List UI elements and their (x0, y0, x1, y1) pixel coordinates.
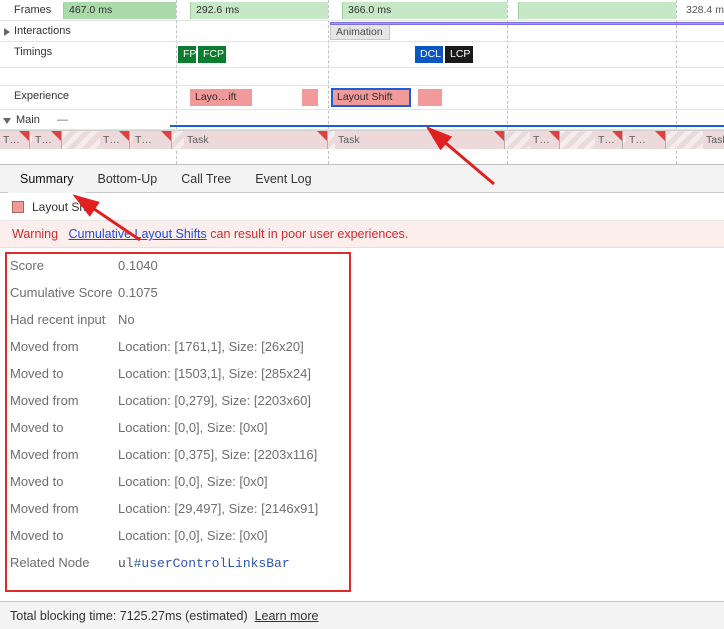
detail-key: Moved from (10, 447, 108, 462)
track-spacer (0, 68, 724, 86)
track-main[interactable]: Main — (0, 110, 724, 130)
interaction-span[interactable] (330, 22, 724, 25)
detail-value: Location: [0,0], Size: [0x0] (118, 474, 350, 489)
layout-shift-chip[interactable] (302, 89, 318, 106)
task-track[interactable]: T… T… T… T… Task Task T… T… T… Task (0, 130, 724, 149)
expand-icon[interactable] (4, 28, 10, 36)
warning-label: Warning (12, 227, 58, 241)
timing-fp[interactable]: FP (178, 46, 196, 63)
track-timings[interactable]: Timings FP FCP DCL LCP (0, 42, 724, 68)
detail-value: 0.1075 (118, 285, 350, 300)
details-tabs: Summary Bottom-Up Call Tree Event Log (0, 165, 724, 193)
frame-chip[interactable]: 328.4 ms (681, 2, 724, 19)
detail-key: Moved to (10, 474, 108, 489)
flamechart[interactable]: Frames 467.0 ms 292.6 ms 366.0 ms 328.4 … (0, 0, 724, 165)
detail-key: Moved from (10, 501, 108, 516)
task-chip[interactable]: T… (595, 131, 623, 149)
timing-dcl[interactable]: DCL (415, 46, 443, 63)
summary-title: Layout Shift (0, 193, 724, 221)
task-chip[interactable]: T… (32, 131, 62, 149)
layout-shift-chip-selected[interactable]: Layout Shift (332, 89, 410, 106)
task-chip[interactable]: Task (184, 131, 328, 149)
tab-call-tree[interactable]: Call Tree (169, 165, 243, 193)
warning-tail: can result in poor user experiences. (207, 227, 409, 241)
task-chip[interactable]: T… (0, 131, 30, 149)
detail-key: Related Node (10, 555, 108, 571)
status-text: Total blocking time: 7125.27ms (estimate… (10, 609, 248, 623)
track-label: Main (16, 114, 40, 126)
detail-key: Moved to (10, 366, 108, 381)
detail-key: Cumulative Score (10, 285, 108, 300)
timing-fcp[interactable]: FCP (198, 46, 226, 63)
layout-shift-chip[interactable]: Layo…ift (190, 89, 252, 106)
detail-key: Moved to (10, 528, 108, 543)
warning-strip: Warning Cumulative Layout Shifts can res… (0, 221, 724, 248)
frame-chip[interactable] (518, 2, 676, 19)
detail-key: Moved from (10, 339, 108, 354)
track-label: Frames (14, 4, 51, 16)
detail-key: Score (10, 258, 108, 273)
frame-chip[interactable]: 292.6 ms (190, 2, 328, 19)
detail-value: Location: [0,0], Size: [0x0] (118, 420, 350, 435)
detail-value: Location: [0,0], Size: [0x0] (118, 528, 350, 543)
detail-key: Had recent input (10, 312, 108, 327)
task-chip[interactable]: T… (626, 131, 666, 149)
layout-shift-chip[interactable] (418, 89, 442, 106)
task-chip[interactable]: T… (132, 131, 172, 149)
detail-value: 0.1040 (118, 258, 350, 273)
frame-chip[interactable]: 467.0 ms (63, 2, 176, 19)
track-label: Interactions (14, 25, 71, 37)
tab-bottom-up[interactable]: Bottom-Up (85, 165, 169, 193)
track-label: Timings (14, 46, 52, 58)
detail-key: Moved from (10, 393, 108, 408)
summary-title-text: Layout Shift (32, 200, 95, 214)
track-experience[interactable]: Experience Layo…ift Layout Shift (0, 86, 724, 110)
details-panel: Score 0.1040 Cumulative Score 0.1075 Had rec… (0, 248, 724, 571)
selection-marker (170, 125, 724, 127)
task-chip[interactable]: T… (530, 131, 560, 149)
task-chip[interactable]: Task (703, 131, 724, 149)
status-link[interactable]: Learn more (255, 609, 319, 623)
detail-value: Location: [1761,1], Size: [26x20] (118, 339, 350, 354)
warning-link[interactable]: Cumulative Layout Shifts (69, 227, 207, 241)
frame-chip[interactable]: 366.0 ms (342, 2, 507, 19)
related-node[interactable]: ul#userControlLinksBar (118, 555, 350, 571)
timing-lcp[interactable]: LCP (445, 46, 473, 63)
interaction-chip[interactable]: Animation (330, 23, 390, 40)
task-chip[interactable]: Task (335, 131, 505, 149)
detail-value: No (118, 312, 350, 327)
status-bar: Total blocking time: 7125.27ms (estimate… (0, 601, 724, 629)
track-frames[interactable]: Frames 467.0 ms 292.6 ms 366.0 ms 328.4 … (0, 0, 724, 21)
tab-event-log[interactable]: Event Log (243, 165, 323, 193)
tab-summary[interactable]: Summary (8, 165, 85, 193)
color-swatch (12, 201, 24, 213)
track-label: Experience (14, 90, 69, 102)
task-chip[interactable]: T… (100, 131, 130, 149)
detail-value: Location: [0,375], Size: [2203x116] (118, 447, 350, 462)
detail-value: Location: [1503,1], Size: [285x24] (118, 366, 350, 381)
detail-value: Location: [29,497], Size: [2146x91] (118, 501, 350, 516)
detail-key: Moved to (10, 420, 108, 435)
detail-value: Location: [0,279], Size: [2203x60] (118, 393, 350, 408)
collapse-icon[interactable] (3, 118, 11, 124)
main-dash: — (57, 114, 68, 126)
